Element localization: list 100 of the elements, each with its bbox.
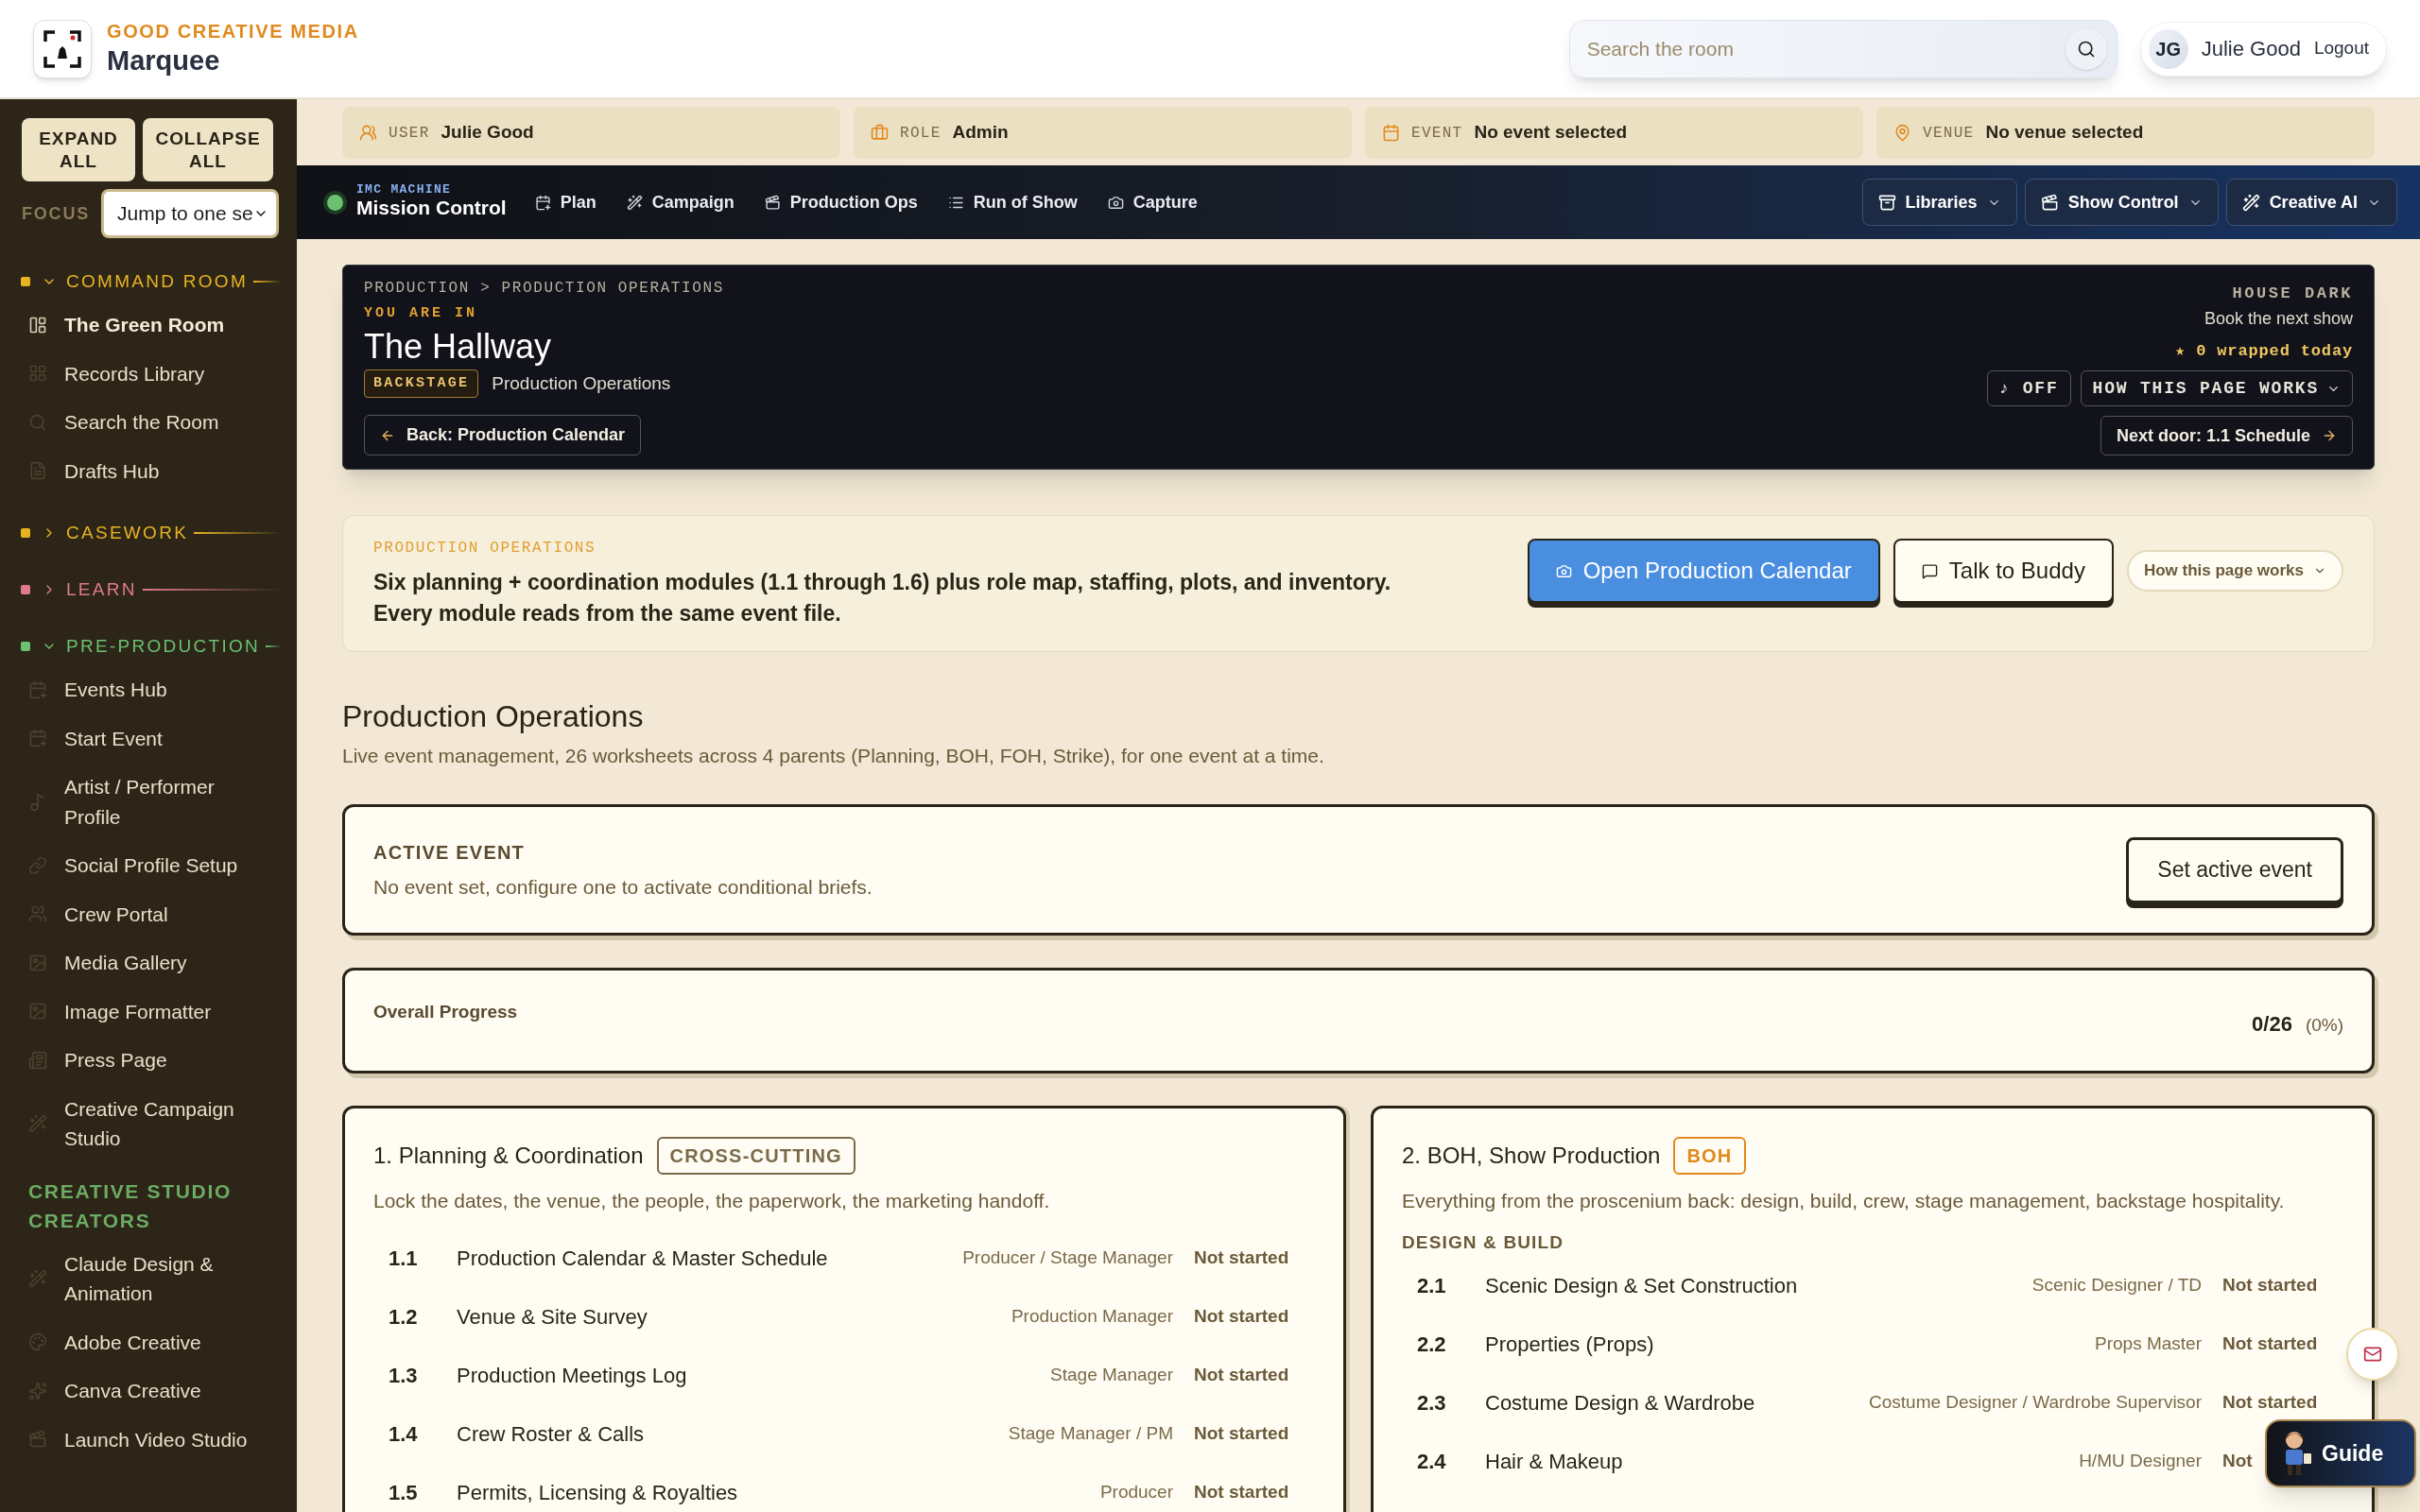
back-button[interactable]: Back: Production Calendar xyxy=(364,415,642,455)
camera-icon xyxy=(1107,194,1124,211)
sidebar-item[interactable]: Launch Video Studio xyxy=(0,1415,297,1464)
context-value: Julie Good xyxy=(441,121,534,145)
camera-icon xyxy=(1555,562,1572,579)
page-title: Production Operations xyxy=(342,697,645,735)
context-label: EVENT xyxy=(1411,123,1463,144)
sidebar-heading: CREATIVE STUDIO CREATORS xyxy=(27,1178,233,1233)
module-role: Producer / Stage Manager xyxy=(962,1246,1173,1270)
next-door-button[interactable]: Next door: 1.1 Schedule xyxy=(2100,416,2353,455)
module-number: 2.4 xyxy=(1417,1448,1447,1475)
progress-percent: (0%) xyxy=(2305,1014,2343,1038)
module-number: 1.5 xyxy=(389,1480,419,1507)
calendar-icon xyxy=(534,194,551,211)
intro-summary: Six planning + coordination modules (1.1 through 1.6) plus role map, staffing, plots, and inventory. Every module reads from the same event file. xyxy=(373,569,1392,628)
nav-title: Mission Control xyxy=(356,196,507,221)
logo-icon xyxy=(33,19,92,78)
module-title: Hair & Makeup xyxy=(1485,1448,1623,1475)
sidebar-item[interactable]: Events Hub xyxy=(0,665,297,714)
context-label: VENUE xyxy=(1923,123,1975,144)
sidebar-item[interactable]: Start Event xyxy=(0,713,297,763)
active-event-text: No event set, configure one to activate conditional briefs. xyxy=(373,874,873,900)
nav-menu[interactable]: Show Control xyxy=(2024,179,2219,226)
module-status: Not started xyxy=(1194,1246,1289,1270)
sidebar-item[interactable]: Search the Room xyxy=(0,398,297,447)
sidebar-item[interactable]: Creative Campaign Studio xyxy=(0,1084,297,1163)
section-header[interactable]: PRE-PRODUCTION xyxy=(66,632,261,661)
module-status: Not started xyxy=(1194,1364,1289,1387)
section-header[interactable]: COMMAND ROOM xyxy=(66,267,248,296)
sidebar-item[interactable]: Claude Design & Animation xyxy=(0,1239,297,1318)
sidebar-item[interactable]: Adobe Creative xyxy=(0,1317,297,1366)
sidebar-item[interactable]: Media Gallery xyxy=(0,938,297,988)
collapse-all-button[interactable]: COLLAPSE ALL xyxy=(143,118,273,181)
section-header[interactable]: CASEWORK xyxy=(66,519,189,547)
module-role: Producer xyxy=(1099,1481,1173,1504)
people-icon xyxy=(359,124,377,142)
guide-button[interactable]: Guide xyxy=(2265,1419,2416,1487)
nav-link[interactable]: Campaign xyxy=(626,189,735,215)
module-role: Costume Designer / Wardrobe Supervisor xyxy=(1869,1390,2202,1414)
module-role: Production Manager xyxy=(1011,1305,1173,1329)
module-status: Not started xyxy=(1194,1422,1289,1446)
image-icon xyxy=(28,1002,47,1022)
search-field[interactable]: Search the room xyxy=(1568,19,2118,78)
nav-link[interactable]: Capture xyxy=(1107,189,1198,215)
section-tag: CROSS-CUTTING xyxy=(656,1137,856,1176)
module-role: Props Master xyxy=(2095,1332,2202,1355)
nav-link[interactable]: Production Ops xyxy=(764,189,918,215)
module-role: Stage Manager / PM xyxy=(1008,1422,1173,1446)
user-menu[interactable]: JG Julie Good Logout xyxy=(2139,21,2387,77)
sidebar-item[interactable]: Crew Portal xyxy=(0,889,297,938)
sidebar-item[interactable]: Social Profile Setup xyxy=(0,841,297,890)
wrapped-count: ★ 0 wrapped today xyxy=(2175,340,2353,362)
people-icon xyxy=(28,904,47,924)
search-button[interactable] xyxy=(2065,27,2107,70)
how-it-works-dropdown[interactable]: HOW THIS PAGE WORKS xyxy=(2080,370,2353,406)
sidebar-item[interactable]: The Green Room xyxy=(0,301,297,350)
section-header[interactable]: LEARN xyxy=(66,576,137,604)
context-label: ROLE xyxy=(900,123,942,144)
sidebar-item[interactable]: Image Formatter xyxy=(0,987,297,1036)
brand-name: Marquee xyxy=(107,43,221,77)
nav-menu[interactable]: Creative AI xyxy=(2225,179,2397,226)
brand-kicker: GOOD CREATIVE MEDIA xyxy=(107,19,359,43)
sidebar-item[interactable]: Press Page xyxy=(0,1036,297,1085)
expand-all-button[interactable]: EXPAND ALL xyxy=(22,118,135,181)
logout-link[interactable]: Logout xyxy=(2313,35,2369,62)
sidebar-item[interactable]: Canva Creative xyxy=(0,1366,297,1416)
context-label: USER xyxy=(389,123,430,144)
how-it-works-dropdown[interactable]: How this page works xyxy=(2126,550,2343,592)
module-number: 1.1 xyxy=(389,1246,419,1273)
section-title: 2. BOH, Show Production xyxy=(1402,1142,1661,1171)
sidebar-item[interactable]: Records Library xyxy=(0,349,297,398)
clapperboard-icon xyxy=(2040,193,2059,212)
module-title: Venue & Site Survey xyxy=(457,1304,648,1332)
sound-toggle[interactable]: ♪ OFF xyxy=(1986,370,2071,406)
nav-link[interactable]: Run of Show xyxy=(947,189,1078,215)
palette-icon xyxy=(28,1332,47,1352)
sidebar-item[interactable]: Artist / Performer Profile xyxy=(0,763,297,841)
module-number: 1.4 xyxy=(389,1421,419,1449)
mail-icon xyxy=(2363,1345,2382,1364)
nav-kicker: IMC MACHINE xyxy=(356,183,453,197)
focus-label: FOCUS xyxy=(22,202,90,225)
module-title: Costume Design & Wardrobe xyxy=(1485,1389,1755,1417)
search-icon xyxy=(28,412,47,432)
module-status: Not started xyxy=(2222,1273,2318,1297)
house-mode: HOUSE DARK xyxy=(2232,284,2353,304)
user-avatar: JG xyxy=(2148,28,2188,69)
group-label: DESIGN & BUILD xyxy=(1402,1230,1565,1254)
progress-count: 0/26 xyxy=(2252,1011,2292,1039)
sidebar-item[interactable]: Drafts Hub xyxy=(0,446,297,495)
module-title: Production Meetings Log xyxy=(457,1363,687,1390)
module-title: Production Calendar & Master Schedule xyxy=(457,1246,828,1273)
module-role: H/MU Designer xyxy=(2079,1449,2202,1472)
wand-icon xyxy=(28,1114,47,1133)
search-input[interactable]: Search the room xyxy=(1586,33,2066,64)
nav-link[interactable]: Plan xyxy=(534,189,596,215)
nav-menu[interactable]: Libraries xyxy=(1861,179,2017,226)
focus-select[interactable]: Jump to one se xyxy=(101,189,279,238)
module-status: Not started xyxy=(1194,1305,1289,1329)
sparkles-icon xyxy=(28,1381,47,1400)
image-icon xyxy=(28,953,47,972)
